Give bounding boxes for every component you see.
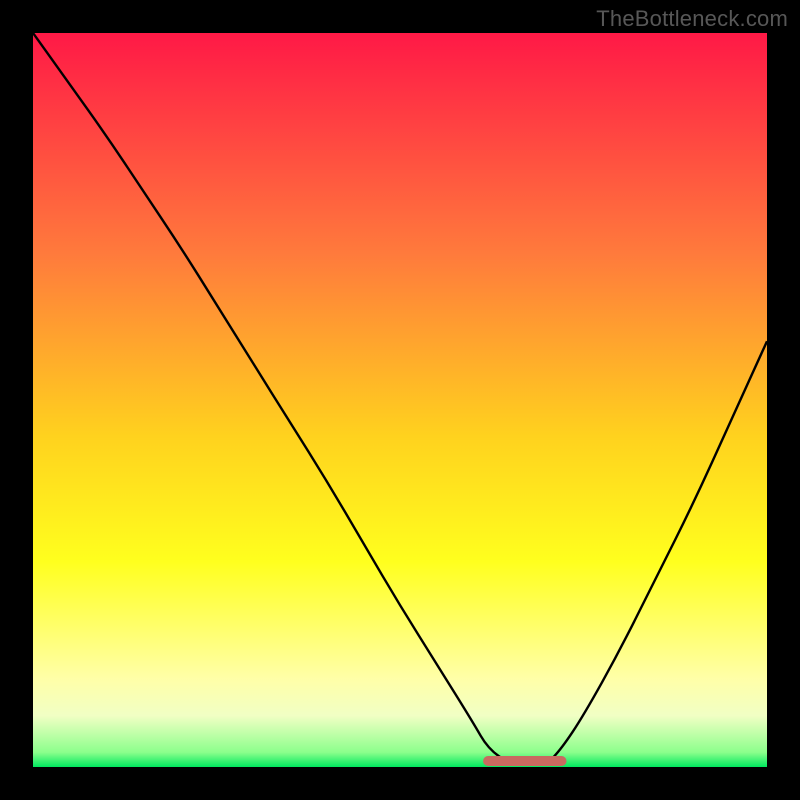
chart-frame: TheBottleneck.com bbox=[0, 0, 800, 800]
bottleneck-curve bbox=[33, 33, 767, 767]
watermark-text: TheBottleneck.com bbox=[596, 6, 788, 32]
plot-area bbox=[33, 33, 767, 767]
